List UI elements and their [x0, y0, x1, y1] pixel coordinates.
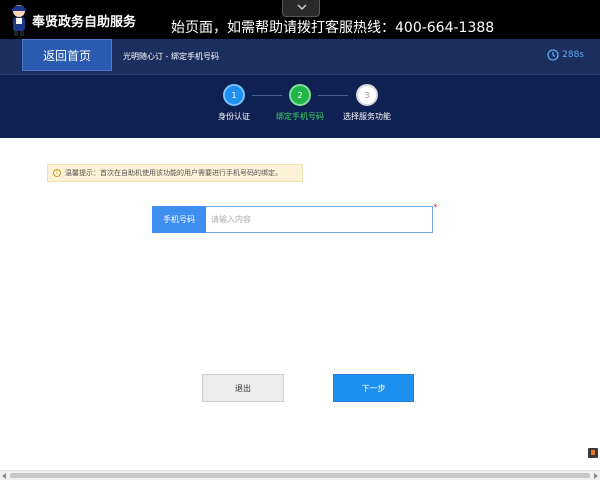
nav-bar: 返回首页 光明随心订 - 绑定手机号码 288s — [0, 39, 600, 75]
required-mark: * — [433, 203, 438, 213]
horizontal-scrollbar[interactable] — [0, 470, 600, 480]
mascot-icon — [12, 5, 26, 36]
corner-widget[interactable] — [588, 448, 598, 458]
tip-text: 温馨提示：首次在自助机使用该功能的用户需要进行手机号码的绑定。 — [65, 169, 282, 177]
scroll-left-icon[interactable] — [2, 473, 6, 479]
breadcrumb: 光明随心订 - 绑定手机号码 — [123, 52, 219, 61]
kiosk-screen: 奉贤政务自助服务 始页面，如需帮助请拨打客服热线：400-664-1388 返回… — [0, 0, 600, 480]
scrollbar-thumb[interactable] — [10, 473, 590, 478]
step-select-service: 3 选择服务功能 — [327, 84, 407, 122]
pull-down-handle[interactable] — [282, 0, 320, 17]
exit-button[interactable]: 退出 — [202, 374, 284, 402]
step-number: 1 — [223, 84, 245, 106]
tip-banner: ! 温馨提示：首次在自助机使用该功能的用户需要进行手机号码的绑定。 — [47, 164, 303, 182]
top-banner: 奉贤政务自助服务 始页面，如需帮助请拨打客服热线：400-664-1388 — [0, 0, 600, 39]
progress-steps: 1 身份认证 2 绑定手机号码 3 选择服务功能 — [0, 75, 600, 138]
next-step-button[interactable]: 下一步 — [333, 374, 414, 402]
countdown-timer: 288s — [547, 49, 584, 61]
brand-title: 奉贤政务自助服务 — [32, 15, 137, 30]
step-number: 2 — [289, 84, 311, 106]
chevron-down-icon — [297, 4, 307, 11]
phone-input[interactable] — [206, 206, 433, 233]
hotline-marquee: 始页面，如需帮助请拨打客服热线：400-664-1388 — [171, 20, 495, 36]
step-number: 3 — [356, 84, 378, 106]
info-icon: ! — [53, 169, 61, 177]
step-label: 选择服务功能 — [343, 112, 391, 121]
timer-value: 288s — [562, 50, 584, 60]
scroll-right-icon[interactable] — [594, 473, 598, 479]
back-home-button[interactable]: 返回首页 — [22, 39, 112, 71]
clock-icon — [547, 49, 559, 61]
phone-label: 手机号码 — [152, 206, 206, 233]
